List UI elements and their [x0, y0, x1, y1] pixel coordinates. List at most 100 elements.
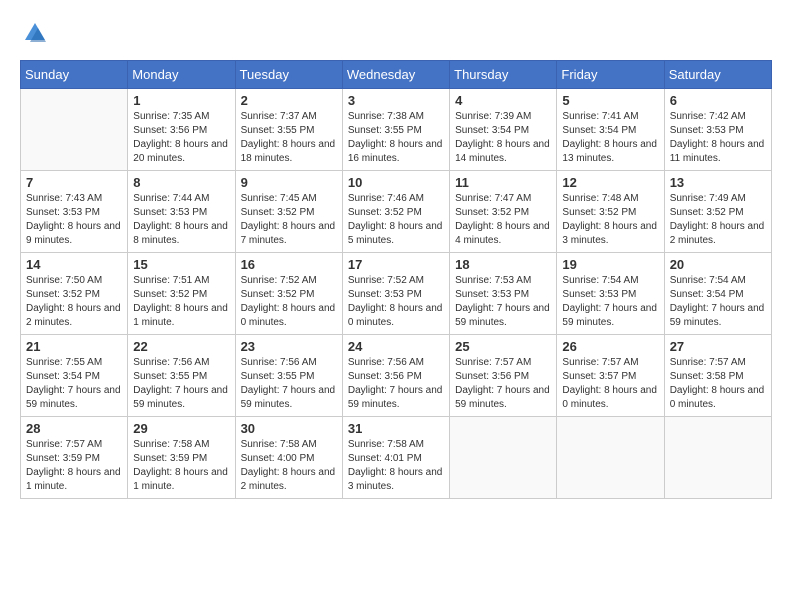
day-info: Sunrise: 7:45 AM Sunset: 3:52 PM Dayligh…	[241, 192, 337, 248]
day-number: 3	[348, 93, 444, 108]
day-info: Sunrise: 7:35 AM Sunset: 3:56 PM Dayligh…	[133, 110, 229, 166]
day-info: Sunrise: 7:54 AM Sunset: 3:53 PM Dayligh…	[562, 274, 658, 330]
day-info: Sunrise: 7:46 AM Sunset: 3:52 PM Dayligh…	[348, 192, 444, 248]
day-info: Sunrise: 7:52 AM Sunset: 3:52 PM Dayligh…	[241, 274, 337, 330]
calendar-cell: 16 Sunrise: 7:52 AM Sunset: 3:52 PM Dayli…	[235, 253, 342, 335]
calendar-cell: 26 Sunrise: 7:57 AM Sunset: 3:57 PM Dayli…	[557, 335, 664, 417]
calendar-cell: 24 Sunrise: 7:56 AM Sunset: 3:56 PM Dayli…	[342, 335, 449, 417]
logo-icon	[20, 20, 50, 50]
day-info: Sunrise: 7:38 AM Sunset: 3:55 PM Dayligh…	[348, 110, 444, 166]
day-info: Sunrise: 7:50 AM Sunset: 3:52 PM Dayligh…	[26, 274, 122, 330]
day-info: Sunrise: 7:57 AM Sunset: 3:58 PM Dayligh…	[670, 356, 766, 412]
day-info: Sunrise: 7:55 AM Sunset: 3:54 PM Dayligh…	[26, 356, 122, 412]
calendar-cell: 6 Sunrise: 7:42 AM Sunset: 3:53 PM Daylig…	[664, 89, 771, 171]
day-info: Sunrise: 7:58 AM Sunset: 4:00 PM Dayligh…	[241, 438, 337, 494]
day-number: 26	[562, 339, 658, 354]
day-number: 2	[241, 93, 337, 108]
day-info: Sunrise: 7:39 AM Sunset: 3:54 PM Dayligh…	[455, 110, 551, 166]
calendar-cell: 28 Sunrise: 7:57 AM Sunset: 3:59 PM Dayli…	[21, 417, 128, 499]
day-number: 13	[670, 175, 766, 190]
calendar-cell: 18 Sunrise: 7:53 AM Sunset: 3:53 PM Dayli…	[450, 253, 557, 335]
day-number: 8	[133, 175, 229, 190]
day-number: 12	[562, 175, 658, 190]
day-info: Sunrise: 7:56 AM Sunset: 3:55 PM Dayligh…	[133, 356, 229, 412]
day-number: 23	[241, 339, 337, 354]
day-info: Sunrise: 7:42 AM Sunset: 3:53 PM Dayligh…	[670, 110, 766, 166]
day-info: Sunrise: 7:49 AM Sunset: 3:52 PM Dayligh…	[670, 192, 766, 248]
calendar-cell: 9 Sunrise: 7:45 AM Sunset: 3:52 PM Daylig…	[235, 171, 342, 253]
calendar-week-row: 1Sunrise: 7:35 AM Sunset: 3:56 PM Daylig…	[21, 89, 772, 171]
day-info: Sunrise: 7:57 AM Sunset: 3:59 PM Dayligh…	[26, 438, 122, 494]
day-number: 6	[670, 93, 766, 108]
calendar-cell: 14 Sunrise: 7:50 AM Sunset: 3:52 PM Dayli…	[21, 253, 128, 335]
day-number: 14	[26, 257, 122, 272]
calendar-cell	[664, 417, 771, 499]
calendar-cell: 13 Sunrise: 7:49 AM Sunset: 3:52 PM Dayli…	[664, 171, 771, 253]
day-number: 10	[348, 175, 444, 190]
day-info: Sunrise: 7:58 AM Sunset: 4:01 PM Dayligh…	[348, 438, 444, 494]
calendar-cell	[21, 89, 128, 171]
day-header-saturday: Saturday	[664, 61, 771, 89]
day-info: Sunrise: 7:58 AM Sunset: 3:59 PM Dayligh…	[133, 438, 229, 494]
calendar-cell: 11 Sunrise: 7:47 AM Sunset: 3:52 PM Dayli…	[450, 171, 557, 253]
calendar-week-row: 21Sunrise: 7:55 AM Sunset: 3:54 PM Dayli…	[21, 335, 772, 417]
day-number: 28	[26, 421, 122, 436]
day-info: Sunrise: 7:56 AM Sunset: 3:55 PM Dayligh…	[241, 356, 337, 412]
day-header-tuesday: Tuesday	[235, 61, 342, 89]
calendar-cell: 25 Sunrise: 7:57 AM Sunset: 3:56 PM Dayli…	[450, 335, 557, 417]
day-number: 4	[455, 93, 551, 108]
calendar-cell: 3 Sunrise: 7:38 AM Sunset: 3:55 PM Daylig…	[342, 89, 449, 171]
day-header-sunday: Sunday	[21, 61, 128, 89]
day-info: Sunrise: 7:41 AM Sunset: 3:54 PM Dayligh…	[562, 110, 658, 166]
day-info: Sunrise: 7:57 AM Sunset: 3:56 PM Dayligh…	[455, 356, 551, 412]
day-info: Sunrise: 7:57 AM Sunset: 3:57 PM Dayligh…	[562, 356, 658, 412]
calendar-week-row: 28 Sunrise: 7:57 AM Sunset: 3:59 PM Dayli…	[21, 417, 772, 499]
day-number: 22	[133, 339, 229, 354]
calendar-cell: 12Sunrise: 7:48 AM Sunset: 3:52 PM Dayli…	[557, 171, 664, 253]
day-number: 24	[348, 339, 444, 354]
page-header	[20, 20, 772, 50]
calendar-week-row: 14 Sunrise: 7:50 AM Sunset: 3:52 PM Dayli…	[21, 253, 772, 335]
calendar-cell: 1Sunrise: 7:35 AM Sunset: 3:56 PM Daylig…	[128, 89, 235, 171]
calendar-cell: 10 Sunrise: 7:46 AM Sunset: 3:52 PM Dayli…	[342, 171, 449, 253]
day-number: 9	[241, 175, 337, 190]
day-info: Sunrise: 7:52 AM Sunset: 3:53 PM Dayligh…	[348, 274, 444, 330]
calendar-cell: 17 Sunrise: 7:52 AM Sunset: 3:53 PM Dayli…	[342, 253, 449, 335]
calendar-cell: 30 Sunrise: 7:58 AM Sunset: 4:00 PM Dayli…	[235, 417, 342, 499]
calendar-cell	[557, 417, 664, 499]
day-info: Sunrise: 7:43 AM Sunset: 3:53 PM Dayligh…	[26, 192, 122, 248]
calendar-week-row: 7 Sunrise: 7:43 AM Sunset: 3:53 PM Daylig…	[21, 171, 772, 253]
calendar-cell: 8 Sunrise: 7:44 AM Sunset: 3:53 PM Daylig…	[128, 171, 235, 253]
calendar-cell: 22 Sunrise: 7:56 AM Sunset: 3:55 PM Dayli…	[128, 335, 235, 417]
day-header-friday: Friday	[557, 61, 664, 89]
day-info: Sunrise: 7:53 AM Sunset: 3:53 PM Dayligh…	[455, 274, 551, 330]
day-number: 19	[562, 257, 658, 272]
day-info: Sunrise: 7:37 AM Sunset: 3:55 PM Dayligh…	[241, 110, 337, 166]
day-number: 30	[241, 421, 337, 436]
calendar-table: SundayMondayTuesdayWednesdayThursdayFrid…	[20, 60, 772, 499]
day-header-monday: Monday	[128, 61, 235, 89]
calendar-cell: 19 Sunrise: 7:54 AM Sunset: 3:53 PM Dayli…	[557, 253, 664, 335]
day-info: Sunrise: 7:56 AM Sunset: 3:56 PM Dayligh…	[348, 356, 444, 412]
calendar-cell: 23 Sunrise: 7:56 AM Sunset: 3:55 PM Dayli…	[235, 335, 342, 417]
calendar-cell: 27 Sunrise: 7:57 AM Sunset: 3:58 PM Dayli…	[664, 335, 771, 417]
day-number: 5	[562, 93, 658, 108]
day-number: 17	[348, 257, 444, 272]
day-number: 31	[348, 421, 444, 436]
day-number: 29	[133, 421, 229, 436]
calendar-cell: 5 Sunrise: 7:41 AM Sunset: 3:54 PM Daylig…	[557, 89, 664, 171]
calendar-header-row: SundayMondayTuesdayWednesdayThursdayFrid…	[21, 61, 772, 89]
day-number: 18	[455, 257, 551, 272]
day-number: 11	[455, 175, 551, 190]
day-info: Sunrise: 7:47 AM Sunset: 3:52 PM Dayligh…	[455, 192, 551, 248]
day-number: 27	[670, 339, 766, 354]
calendar-cell: 4 Sunrise: 7:39 AM Sunset: 3:54 PM Daylig…	[450, 89, 557, 171]
logo	[20, 20, 54, 50]
calendar-cell: 2 Sunrise: 7:37 AM Sunset: 3:55 PM Daylig…	[235, 89, 342, 171]
day-info: Sunrise: 7:54 AM Sunset: 3:54 PM Dayligh…	[670, 274, 766, 330]
day-number: 25	[455, 339, 551, 354]
day-info: Sunrise: 7:44 AM Sunset: 3:53 PM Dayligh…	[133, 192, 229, 248]
day-number: 7	[26, 175, 122, 190]
day-number: 16	[241, 257, 337, 272]
calendar-cell: 15Sunrise: 7:51 AM Sunset: 3:52 PM Dayli…	[128, 253, 235, 335]
